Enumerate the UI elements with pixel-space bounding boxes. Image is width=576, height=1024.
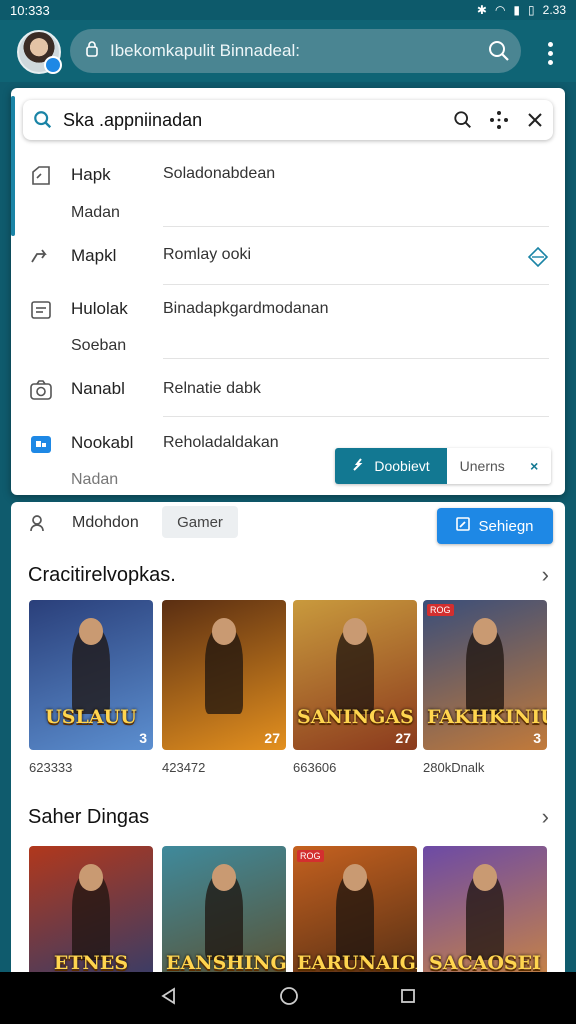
game-price: 423472 — [162, 760, 206, 775]
overflow-menu-icon[interactable] — [548, 42, 554, 69]
avatar-status-badge — [44, 56, 62, 74]
panel-search-box[interactable]: Ska .appniinadan — [23, 100, 553, 140]
recents-icon[interactable] — [400, 988, 416, 1009]
suggestion-label: Nookabl — [71, 433, 134, 452]
game-tile[interactable]: EANSHING — [162, 846, 286, 972]
action-pill: Doobievt Unerns × — [335, 448, 551, 484]
store-content: Mdohdon Gamer Sehiegn Cracitirelvopkas. … — [11, 502, 565, 972]
suggestion-label: Nanabl — [71, 379, 125, 398]
filter-bar: Mdohdon Gamer Sehiegn — [11, 502, 565, 546]
game-price: 280kDnalk — [423, 760, 485, 775]
suggestion-label: Mapkl — [71, 246, 117, 265]
camera-icon — [29, 378, 53, 402]
suggestion-sub: Soeban — [71, 337, 127, 354]
game-price: 623333 — [29, 760, 73, 775]
signal-icon: ▮ — [513, 3, 521, 17]
game-title: SANINGAS — [297, 706, 414, 728]
wifi-icon: ◠ — [494, 3, 506, 17]
chevron-right-icon[interactable]: › — [542, 562, 549, 588]
game-tile[interactable]: 27 — [162, 600, 286, 750]
suggestion-row[interactable]: Hulolak Soeban Binadapkgardmodanan — [11, 288, 565, 360]
search-suggestions-panel: Ska .appniinadan Hapk Madan Soladonabdea… — [11, 88, 565, 495]
tag-icon — [29, 164, 53, 188]
age-rating: 3 — [139, 730, 147, 746]
back-icon[interactable] — [160, 986, 178, 1010]
tile-badge: ROG — [427, 604, 454, 616]
suggestion-row[interactable]: Nanabl Relnatie dabk — [11, 366, 565, 418]
suggestion-value: Relnatie dabk — [163, 380, 261, 397]
search-submit-icon[interactable] — [445, 110, 481, 130]
suggestion-row[interactable]: Hapk Madan Soladonabdean — [11, 148, 565, 228]
lock-icon — [74, 40, 110, 63]
suggestion-value: Binadapkgardmodanan — [163, 300, 329, 317]
game-title: SACAOSEI — [429, 952, 541, 972]
age-rating: 27 — [395, 730, 411, 746]
share-icon — [29, 244, 53, 268]
age-rating: 3 — [533, 730, 541, 746]
suggestion-sub: Nadan — [71, 471, 119, 488]
close-icon[interactable] — [517, 112, 553, 128]
game-title: USLAUU — [45, 706, 137, 728]
top-search-text: Ibekomkapulit Binnadeal: — [110, 41, 300, 60]
person-icon — [29, 514, 47, 532]
game-price: 663606 — [293, 760, 337, 775]
suggestion-label: Hulolak — [71, 299, 128, 318]
battery-level: 2.33 — [542, 3, 566, 17]
suggestion-value: Soladonabdean — [163, 165, 276, 182]
sparkle-icon[interactable] — [481, 110, 517, 130]
game-tile[interactable]: ETNES — [29, 846, 153, 972]
tile-badge: ROG — [297, 850, 324, 862]
status-bar: 10:333 ✱ ◠ ▮ ▯ 2.33 — [0, 0, 576, 20]
game-tile[interactable]: SANINGAS 27 — [293, 600, 417, 750]
suggestion-row[interactable]: Mapkl Romlay ooki — [11, 234, 565, 285]
secondary-action-button[interactable]: Unerns × — [447, 448, 551, 484]
game-title: EARUNAIGA — [297, 952, 417, 972]
suggestion-value: Reholadaldakan — [163, 434, 279, 451]
game-title: ETNES — [53, 952, 129, 972]
game-title: EANSHING — [166, 952, 286, 972]
panel-search-input[interactable]: Ska .appniinadan — [63, 110, 445, 131]
system-nav-bar — [0, 972, 576, 1024]
battery-icon: ▯ — [528, 3, 535, 17]
game-tile[interactable]: ROG FAKHKINIU 3 — [423, 600, 547, 750]
game-title: FAKHKINIU — [427, 706, 547, 728]
category-chip[interactable]: Gamer — [162, 506, 238, 538]
suggestion-sub: Madan — [71, 204, 120, 221]
home-icon[interactable] — [279, 986, 299, 1011]
suggestion-label: Hapk — [71, 165, 111, 184]
document-icon — [29, 298, 53, 322]
diamond-icon[interactable] — [527, 246, 549, 273]
chevron-right-icon[interactable]: › — [542, 804, 549, 830]
primary-action-button[interactable]: Doobievt — [335, 448, 447, 484]
game-tile[interactable]: ROG EARUNAIGA — [293, 846, 417, 972]
search-icon — [23, 110, 63, 130]
app-bar: Ibekomkapulit Binnadeal: — [0, 20, 576, 82]
suggestion-value: Romlay ooki — [163, 246, 252, 263]
avatar[interactable] — [17, 30, 62, 74]
status-time: 10:333 — [10, 2, 50, 18]
section-title: Cracitirelvopkas. — [28, 564, 176, 586]
bluetooth-icon: ✱ — [476, 3, 487, 17]
game-tile[interactable]: SACAOSEI — [423, 846, 547, 972]
age-rating: 27 — [264, 730, 280, 746]
top-search-bar[interactable]: Ibekomkapulit Binnadeal: — [70, 29, 521, 73]
search-icon[interactable] — [477, 40, 521, 62]
game-tile[interactable]: USLAUU 3 — [29, 600, 153, 750]
dismiss-icon[interactable]: × — [530, 458, 538, 474]
lightning-icon — [352, 457, 366, 475]
section-title: Saher Dingas — [28, 806, 150, 828]
edit-icon — [456, 517, 471, 535]
app-shortcut-icon — [29, 432, 53, 456]
edit-button[interactable]: Sehiegn — [437, 508, 553, 544]
filter-label[interactable]: Mdohdon — [72, 514, 139, 532]
